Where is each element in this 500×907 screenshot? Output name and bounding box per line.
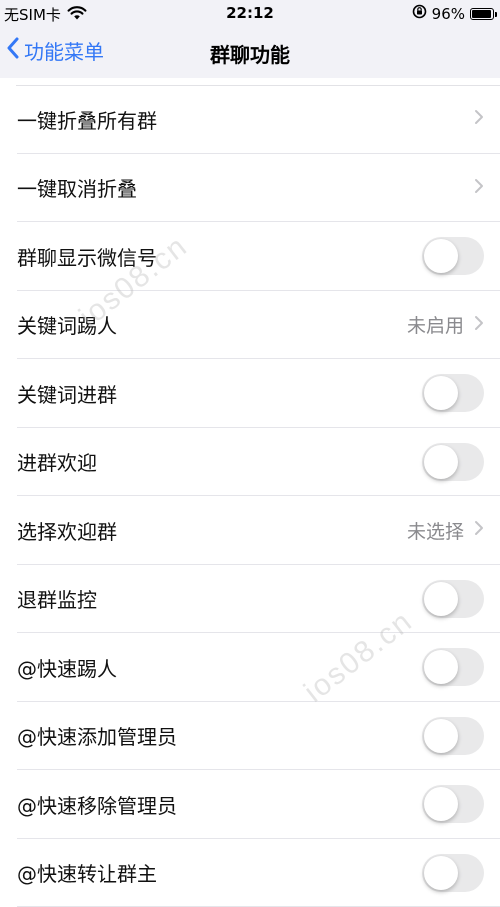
toggle-knob: [424, 719, 458, 753]
toggle-switch[interactable]: [422, 443, 484, 481]
row-label: @快速移除管理员: [17, 790, 422, 819]
toggle-knob: [424, 376, 458, 410]
row-label: 一键折叠所有群: [17, 105, 474, 134]
row-label: 群聊显示微信号: [17, 242, 422, 271]
settings-row[interactable]: @快速移除管理员: [0, 770, 500, 839]
row-label: 退群监控: [17, 584, 422, 613]
row-label: 选择欢迎群: [17, 516, 407, 545]
settings-row[interactable]: 进群欢迎: [0, 428, 500, 497]
settings-row[interactable]: 一键折叠所有群: [0, 85, 500, 154]
status-right: 96%: [412, 4, 494, 23]
settings-row[interactable]: 群聊显示微信号: [0, 222, 500, 291]
row-label: 关键词进群: [17, 379, 422, 408]
row-label: 进群欢迎: [17, 447, 422, 476]
toggle-knob: [424, 445, 458, 479]
settings-row[interactable]: @快速踢人: [0, 633, 500, 702]
settings-row[interactable]: 选择欢迎群未选择: [0, 496, 500, 565]
row-detail-value: 未启用: [407, 311, 464, 338]
settings-list: 一键折叠所有群一键取消折叠群聊显示微信号关键词踢人未启用关键词进群进群欢迎选择欢…: [0, 85, 500, 907]
row-label: 一键取消折叠: [17, 173, 474, 202]
settings-row[interactable]: @快速转让群主: [0, 839, 500, 907]
navigation-bar: 功能菜单 群聊功能: [0, 26, 500, 78]
battery-icon: [470, 8, 494, 20]
toggle-switch[interactable]: [422, 717, 484, 755]
settings-row[interactable]: 一键取消折叠: [0, 154, 500, 223]
toggle-knob: [424, 787, 458, 821]
row-label: @快速踢人: [17, 653, 422, 682]
toggle-switch[interactable]: [422, 785, 484, 823]
toggle-knob: [424, 856, 458, 890]
chevron-right-icon: [474, 109, 484, 129]
chevron-right-icon: [474, 520, 484, 540]
page-title: 群聊功能: [0, 39, 500, 68]
toggle-knob: [424, 239, 458, 273]
battery-fill: [472, 10, 491, 18]
toggle-switch[interactable]: [422, 854, 484, 892]
toggle-switch[interactable]: [422, 237, 484, 275]
toggle-knob: [424, 582, 458, 616]
orientation-lock-icon: [412, 4, 427, 23]
settings-row[interactable]: 退群监控: [0, 565, 500, 634]
row-label: 关键词踢人: [17, 310, 407, 339]
row-label: @快速转让群主: [17, 858, 422, 887]
chevron-right-icon: [474, 178, 484, 198]
toggle-switch[interactable]: [422, 648, 484, 686]
settings-row[interactable]: 关键词踢人未启用: [0, 291, 500, 360]
settings-row[interactable]: 关键词进群: [0, 359, 500, 428]
row-detail-value: 未选择: [407, 517, 464, 544]
toggle-knob: [424, 650, 458, 684]
chevron-right-icon: [474, 315, 484, 335]
row-label: @快速添加管理员: [17, 721, 422, 750]
toggle-switch[interactable]: [422, 580, 484, 618]
status-bar: 无SIM卡 22:12 96%: [0, 0, 500, 26]
battery-percent: 96%: [432, 5, 465, 23]
toggle-switch[interactable]: [422, 374, 484, 412]
settings-row[interactable]: @快速添加管理员: [0, 702, 500, 771]
